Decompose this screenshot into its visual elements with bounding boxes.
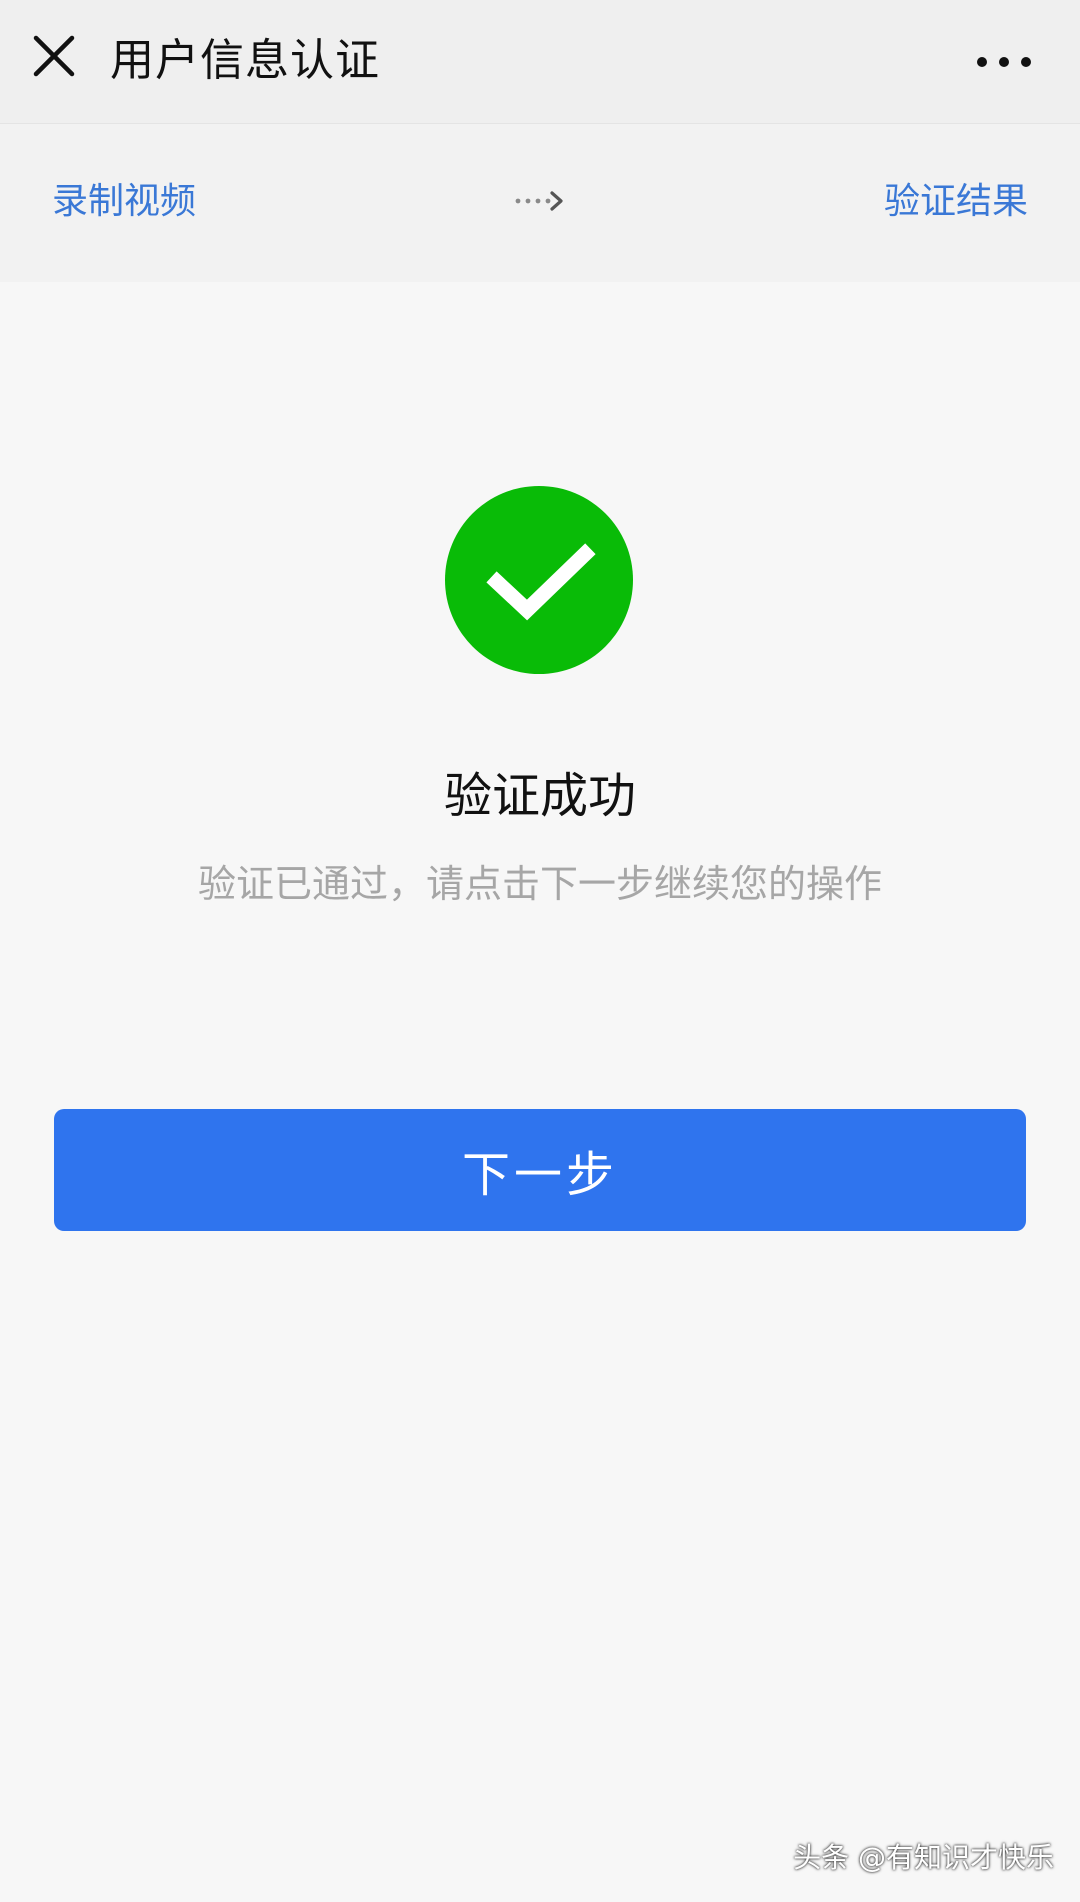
next-step-button[interactable]: 下一步	[54, 1109, 1026, 1231]
page-title: 用户信息认证	[110, 35, 380, 86]
navigation-bar: 用户信息认证	[0, 0, 1080, 124]
step-record-video: 录制视频	[52, 181, 197, 222]
result-title: 验证成功	[443, 768, 636, 824]
check-circle-icon	[445, 486, 633, 674]
more-dots-icon	[977, 57, 1031, 67]
step-verify-result: 验证结果	[883, 181, 1028, 222]
watermark-text: 头条 @有知识才快乐	[793, 1841, 1054, 1874]
dotted-arrow-icon	[515, 191, 563, 211]
step-progress-bar: 录制视频 验证结果	[0, 124, 1080, 282]
close-icon	[33, 35, 75, 77]
more-options-button[interactable]	[972, 40, 1036, 84]
result-description: 验证已通过，请点击下一步继续您的操作	[197, 862, 882, 906]
close-button[interactable]	[26, 28, 82, 84]
